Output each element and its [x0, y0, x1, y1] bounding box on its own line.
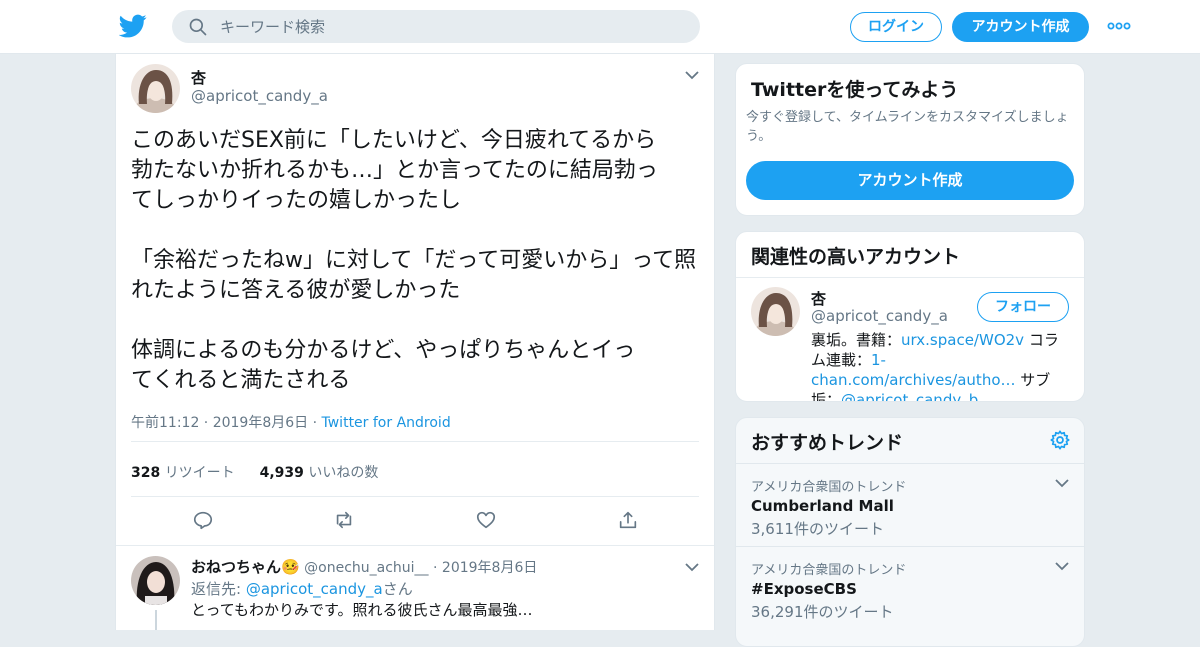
search-icon [189, 18, 207, 36]
chevron-down-icon[interactable] [1055, 561, 1069, 571]
tweet-stats: 328 リツイート 4,939 いいねの数 [131, 462, 378, 482]
retweet-count[interactable]: 328 [131, 465, 160, 481]
related-handle[interactable]: @apricot_candy_a [811, 307, 948, 325]
related-card-title: 関連性の高いアカウント [751, 246, 961, 268]
follow-button[interactable]: フォロー [977, 292, 1069, 322]
bio-text: 裏垢。書籍： [811, 331, 902, 349]
search-input[interactable] [220, 10, 680, 43]
trend-count: 36,291件のツイート [751, 603, 894, 621]
bio-link[interactable]: urx.space/WO2v [901, 331, 1024, 349]
share-icon[interactable] [617, 509, 639, 531]
trend-count: 3,611件のツイート [751, 520, 884, 538]
chevron-down-icon[interactable] [685, 70, 699, 80]
author-name[interactable]: 杏 [191, 67, 206, 88]
chevron-down-icon[interactable] [1055, 478, 1069, 488]
trends-title: おすすめトレンド [751, 432, 904, 454]
tweet-timestamp[interactable]: 午前11:12 · 2019年8月6日 · [131, 415, 317, 431]
retweet-icon[interactable] [333, 509, 355, 531]
heart-icon[interactable] [475, 509, 497, 531]
reply-date[interactable]: · 2019年8月6日 [433, 560, 537, 576]
reply-header: おねつちゃん🤒 @onechu_achui__ · 2019年8月6日 [191, 556, 537, 577]
trend-location: アメリカ合衆国のトレンド [751, 480, 907, 495]
tweet-meta: 午前11:12 · 2019年8月6日 · Twitter for Androi… [131, 412, 451, 432]
reply-text: とってもわかりみです。照れる彼氏さん最高最強… [191, 601, 533, 619]
like-count[interactable]: 4,939 [260, 465, 304, 481]
divider [131, 496, 699, 497]
trends-card: おすすめトレンド アメリカ合衆国のトレンド Cumberland Mall 3,… [735, 417, 1085, 647]
trend-name[interactable]: Cumberland Mall [751, 497, 894, 515]
twitter-bird-icon[interactable] [119, 12, 147, 40]
reply-author-handle[interactable]: @onechu_achui__ [304, 560, 428, 576]
top-bar: ログイン アカウント作成 [0, 0, 1200, 54]
sidebar-signup-button[interactable]: アカウント作成 [746, 161, 1074, 200]
like-label[interactable]: いいねの数 [308, 465, 378, 481]
reply-to-suffix: さん [382, 580, 413, 598]
reply-author-name[interactable]: おねつちゃん🤒 [191, 558, 300, 576]
more-dots-icon[interactable] [1106, 17, 1132, 35]
trend-location: アメリカ合衆国のトレンド [751, 563, 907, 578]
trend-item[interactable]: アメリカ合衆国のトレンド Cumberland Mall 3,611件のツイート [736, 463, 1084, 546]
signup-card-title: Twitterを使ってみよう [751, 79, 959, 101]
related-accounts-card: 関連性の高いアカウント 杏 @apricot_candy_a フォロー 裏垢。書… [735, 231, 1085, 402]
chevron-down-icon[interactable] [685, 562, 699, 572]
divider [131, 441, 699, 442]
tweet-source-link[interactable]: Twitter for Android [322, 415, 451, 431]
signup-button[interactable]: アカウント作成 [952, 12, 1089, 42]
tweet-text: このあいだSEX前に「したいけど、今日疲れてるから 勃たないか折れるかも…」とか… [131, 128, 697, 393]
search-box[interactable] [172, 10, 700, 43]
trend-item[interactable]: アメリカ合衆国のトレンド #ExposeCBS 36,291件のツイート [736, 546, 1084, 629]
divider [116, 545, 714, 546]
related-name[interactable]: 杏 [811, 288, 826, 309]
trend-name[interactable]: #ExposeCBS [751, 580, 857, 598]
signup-card-desc: 今すぐ登録して、タイムラインをカスタマイズしましょう。 [746, 110, 1069, 144]
reply-to-prefix: 返信先: [191, 580, 246, 598]
related-bio: 裏垢。書籍：urx.space/WO2v コラム連載：1-chan.com/ar… [811, 330, 1073, 401]
login-button[interactable]: ログイン [850, 12, 942, 42]
thread-line [155, 610, 157, 630]
reply-to: 返信先: @apricot_candy_aさん [191, 578, 413, 599]
retweet-label[interactable]: リツイート [165, 465, 235, 481]
gear-icon[interactable] [1049, 429, 1071, 451]
tweet-column: 杏 @apricot_candy_a このあいだSEX前に「したいけど、今日疲れ… [115, 54, 715, 630]
author-handle[interactable]: @apricot_candy_a [191, 87, 328, 105]
reply-icon[interactable] [192, 509, 214, 531]
bio-link[interactable]: @apricot_candy_b [841, 391, 978, 401]
divider [736, 277, 1084, 278]
reply-to-link[interactable]: @apricot_candy_a [246, 580, 383, 598]
avatar[interactable] [131, 64, 180, 113]
related-avatar[interactable] [751, 287, 800, 336]
reply-avatar[interactable] [131, 556, 180, 605]
signup-card: Twitterを使ってみよう 今すぐ登録して、タイムラインをカスタマイズしましょ… [735, 63, 1085, 216]
